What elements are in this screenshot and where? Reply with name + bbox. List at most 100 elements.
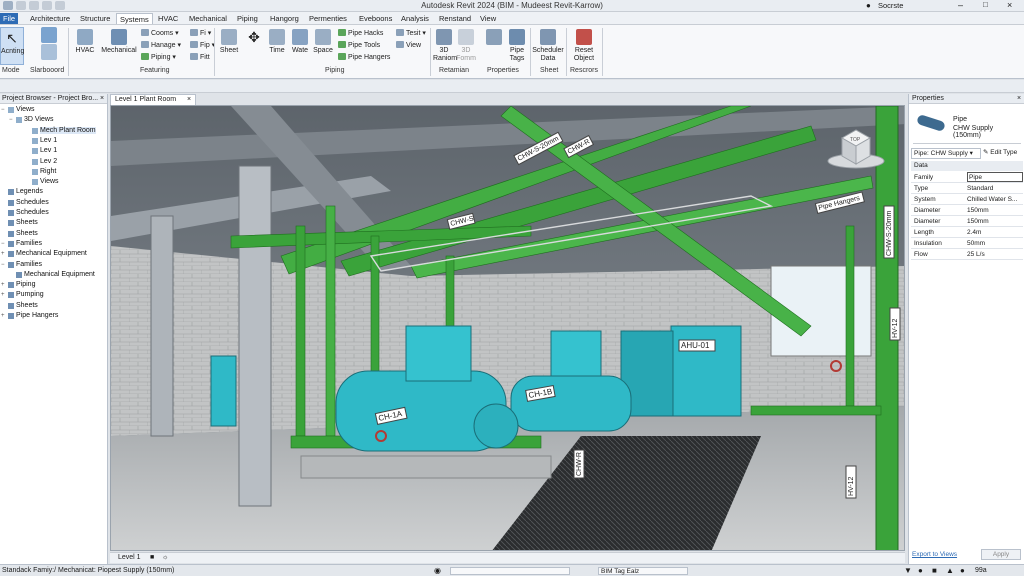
prop-value[interactable]: 150mm bbox=[967, 205, 1023, 216]
3d-fomm-button[interactable]: 3D Fomm bbox=[456, 29, 476, 63]
prop-value[interactable]: 150mm bbox=[967, 216, 1023, 227]
status-field-tag[interactable]: BIM Tag Ealz bbox=[598, 567, 688, 575]
project-browser-close-icon[interactable]: × bbox=[100, 94, 104, 104]
tree-toggle-icon[interactable]: − bbox=[1, 107, 5, 113]
reset-object-button[interactable]: Reset Object bbox=[570, 29, 598, 63]
prop-row[interactable]: Diameter 150mm bbox=[911, 216, 1023, 227]
tab-file[interactable]: File bbox=[0, 13, 19, 24]
wate-button[interactable]: Wate bbox=[290, 29, 310, 54]
prop-value[interactable]: 25 L/s bbox=[967, 249, 1023, 260]
slarboard-button[interactable] bbox=[35, 27, 63, 62]
apply-button[interactable]: Apply bbox=[981, 549, 1021, 560]
view-small-button[interactable]: View bbox=[396, 41, 421, 49]
prop-row[interactable]: Type Standard bbox=[911, 183, 1023, 194]
pipe-tag[interactable]: CHW-R bbox=[573, 449, 585, 479]
browser-item[interactable]: Sheets bbox=[16, 219, 38, 226]
browser-item[interactable]: 3D Views bbox=[24, 116, 53, 123]
browser-item[interactable]: Schedules bbox=[16, 199, 49, 206]
instance-selector[interactable]: Pipe: CHW Supply ▾ bbox=[911, 148, 981, 159]
browser-item[interactable]: Pipe Hangers bbox=[16, 312, 58, 319]
select-face-icon[interactable]: ▲ bbox=[946, 566, 954, 575]
properties-help-link[interactable]: Export to Views bbox=[912, 551, 957, 558]
plant-room-3d-view[interactable]: CHW-S-20mm CHW-R CHW-S Pipe Hangers CHW-… bbox=[111, 106, 905, 551]
tab-mechanical[interactable]: Mechanical bbox=[186, 13, 230, 24]
prop-value[interactable]: 50mm bbox=[967, 238, 1023, 249]
tab-renstand[interactable]: Renstand bbox=[436, 13, 474, 24]
tree-toggle-icon[interactable]: − bbox=[9, 117, 13, 123]
3d-viewport[interactable]: CHW-S-20mm CHW-R CHW-S Pipe Hangers CHW-… bbox=[110, 105, 905, 551]
space-button[interactable]: Space bbox=[312, 29, 334, 54]
status-field-blank[interactable] bbox=[450, 567, 570, 575]
piping-small-button[interactable]: Piping ▾ bbox=[141, 53, 176, 61]
pipe-tags-button[interactable]: Pipe Tags bbox=[507, 29, 527, 63]
view-tab[interactable]: Level 1 Plant Room × bbox=[110, 94, 196, 105]
tree-toggle-icon[interactable]: + bbox=[1, 251, 5, 257]
pipe-tag[interactable]: HV-12 bbox=[845, 465, 857, 499]
browser-item[interactable]: Families bbox=[16, 261, 42, 268]
tree-toggle-icon[interactable]: + bbox=[1, 282, 5, 288]
browser-item[interactable]: Schedules bbox=[16, 209, 49, 216]
hvac-button[interactable]: HVAC bbox=[74, 29, 96, 54]
type-selector-preview[interactable]: Pipe CHW Supply (150mm) bbox=[913, 108, 1021, 144]
browser-item[interactable]: Families bbox=[16, 240, 42, 247]
browser-item[interactable]: Lev 2 bbox=[40, 158, 57, 165]
fitt-button[interactable]: Fitt bbox=[190, 53, 210, 61]
scheduler-data-button[interactable]: Scheduler Data bbox=[532, 29, 564, 63]
pipe-hacks-button[interactable]: Pipe Hacks bbox=[338, 29, 383, 37]
tree-toggle-icon[interactable]: − bbox=[1, 262, 5, 268]
browser-item[interactable]: Lev 1 bbox=[40, 137, 57, 144]
time-button[interactable]: Time bbox=[266, 29, 288, 54]
tab-permenties[interactable]: Permenties bbox=[306, 13, 350, 24]
browser-item[interactable]: Piping bbox=[16, 281, 35, 288]
cooms-button[interactable]: Cooms ▾ bbox=[141, 29, 179, 37]
tab-structure[interactable]: Structure bbox=[77, 13, 113, 24]
prop-row[interactable]: Family Pipe bbox=[911, 172, 1023, 183]
sheet-button[interactable]: Sheet bbox=[218, 29, 240, 54]
prop-row[interactable]: Insulation 50mm bbox=[911, 238, 1023, 249]
browser-item[interactable]: Sheets bbox=[16, 230, 38, 237]
tab-systems[interactable]: Systems bbox=[116, 13, 153, 24]
user-name[interactable]: Socrste bbox=[878, 1, 903, 10]
prop-row[interactable]: System Chilled Water S... bbox=[911, 194, 1023, 205]
tab-piping[interactable]: Piping bbox=[234, 13, 261, 24]
modify-button[interactable]: ↖ Acnting bbox=[0, 27, 24, 65]
section-data[interactable]: Data bbox=[911, 161, 1023, 171]
mechanical-button[interactable]: Mechanical bbox=[100, 29, 138, 54]
pipe-tag[interactable]: HV-12 bbox=[889, 307, 901, 341]
fip-button[interactable]: Fip ▾ bbox=[190, 41, 215, 49]
properties-close-icon[interactable]: × bbox=[1017, 94, 1021, 104]
browser-item[interactable]: Sheets bbox=[16, 302, 38, 309]
sun-path-icon[interactable]: ☼ bbox=[162, 554, 168, 561]
close-icon[interactable]: × bbox=[1007, 0, 1012, 10]
minimize-icon[interactable]: – bbox=[958, 0, 963, 10]
tree-toggle-icon[interactable]: − bbox=[1, 241, 5, 247]
prop-value[interactable]: 2.4m bbox=[967, 227, 1023, 238]
pipe-hangers-button[interactable]: Pipe Hangers bbox=[338, 53, 390, 61]
browser-item[interactable]: Lev 1 bbox=[40, 147, 57, 154]
tree-toggle-icon[interactable]: + bbox=[1, 292, 5, 298]
edit-type-button[interactable]: ✎ Edit Type bbox=[983, 148, 1017, 156]
drag-select-icon[interactable]: ● bbox=[960, 566, 965, 575]
tree-toggle-icon[interactable]: + bbox=[1, 313, 5, 319]
prop-value[interactable]: Chilled Water S... bbox=[967, 194, 1023, 205]
select-pinned-icon[interactable]: ■ bbox=[932, 566, 937, 575]
user-icon[interactable]: ● bbox=[866, 1, 871, 10]
3d-rainom-button[interactable]: 3D Raniom bbox=[433, 29, 457, 63]
pipe-tag[interactable]: CHW-S-20mm bbox=[883, 205, 895, 259]
prop-value[interactable]: Standard bbox=[967, 183, 1023, 194]
pipe-tools-button[interactable]: Pipe Tools bbox=[338, 41, 380, 49]
view-tab-close-icon[interactable]: × bbox=[187, 95, 191, 105]
browser-item[interactable]: Mechanical Equipment bbox=[16, 250, 87, 257]
visual-style-icon[interactable]: ■ bbox=[150, 554, 154, 561]
browser-item[interactable]: Views bbox=[40, 178, 59, 185]
prop-value[interactable]: Pipe bbox=[967, 172, 1023, 182]
prop-row[interactable]: Diameter 150mm bbox=[911, 205, 1023, 216]
move-button[interactable]: ✥ bbox=[244, 29, 264, 47]
prop-row[interactable]: Flow 25 L/s bbox=[911, 249, 1023, 260]
fi-button[interactable]: Fi ▾ bbox=[190, 29, 211, 37]
maximize-icon[interactable]: □ bbox=[983, 0, 988, 9]
filter-icon[interactable]: ▼ bbox=[904, 566, 912, 575]
tab-view[interactable]: View bbox=[477, 13, 499, 24]
tesit-button[interactable]: Tesit ▾ bbox=[396, 29, 426, 37]
hanage-button[interactable]: Hanage ▾ bbox=[141, 41, 181, 49]
